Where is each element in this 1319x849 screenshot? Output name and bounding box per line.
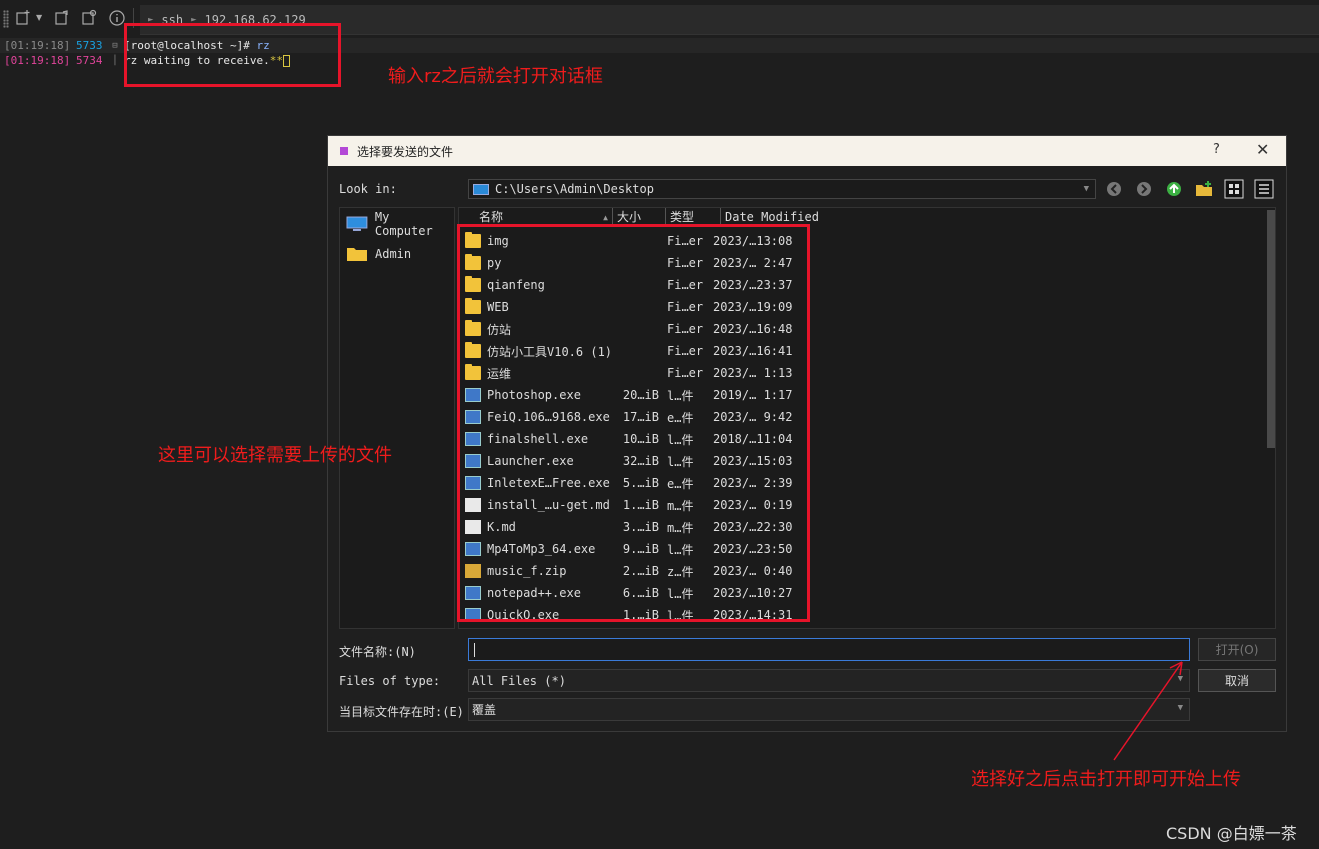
timestamp: [01:19:18]: [4, 54, 71, 67]
new-folder-icon[interactable]: [1194, 179, 1214, 199]
list-view-icon[interactable]: [1224, 179, 1244, 199]
fold-icon[interactable]: ⊟: [106, 41, 124, 51]
annotation-note-open-dialog: 输入rz之后就会打开对话框: [388, 66, 603, 87]
up-folder-icon[interactable]: [1164, 179, 1184, 199]
filetype-label: Files of type:: [339, 674, 441, 688]
back-icon[interactable]: [1104, 179, 1124, 199]
dialog-titlebar[interactable]: 选择要发送的文件 ? ✕: [328, 136, 1286, 166]
highlight-box-command: [124, 23, 341, 87]
sidebar-item-admin[interactable]: Admin: [346, 242, 411, 266]
exists-action-label: 当目标文件存在时:(E): [339, 705, 464, 719]
chevron-down-icon[interactable]: ▼: [1084, 184, 1089, 194]
settings-tab-icon[interactable]: [80, 9, 98, 27]
filetype-select[interactable]: All Files (*) ▼: [468, 669, 1190, 692]
look-in-combo[interactable]: C:\Users\Admin\Desktop ▼: [468, 179, 1096, 199]
new-tab-icon[interactable]: [14, 9, 32, 27]
cancel-button[interactable]: 取消: [1198, 669, 1276, 692]
sidebar-item-my-computer[interactable]: My Computer: [346, 210, 454, 238]
exists-action-select[interactable]: 覆盖 ▼: [468, 698, 1190, 721]
forward-icon[interactable]: [1134, 179, 1154, 199]
new-window-icon[interactable]: [53, 9, 71, 27]
app-icon: [340, 147, 348, 155]
sidebar-item-label: My Computer: [374, 210, 433, 238]
filetype-value: All Files (*): [472, 673, 566, 688]
exists-action-value: 覆盖: [472, 703, 497, 717]
annotation-arrow-icon: [1113, 661, 1183, 761]
drag-grip[interactable]: [3, 10, 9, 28]
open-button[interactable]: 打开(O): [1198, 638, 1276, 661]
dialog-title: 选择要发送的文件: [357, 144, 454, 159]
process-id: 5734: [76, 54, 103, 67]
places-sidebar: My Computer Admin: [339, 207, 455, 629]
timestamp: [01:19:18]: [4, 39, 71, 52]
annotation-note-select-file: 这里可以选择需要上传的文件: [158, 445, 392, 466]
watermark: CSDN @白嫖一茶: [1166, 824, 1297, 843]
annotation-note-click-open: 选择好之后点击打开即可开始上传: [971, 769, 1241, 790]
close-icon[interactable]: ✕: [1256, 140, 1269, 159]
process-id: 5733: [76, 39, 103, 52]
folder-icon: [347, 248, 367, 261]
text-caret: [474, 643, 475, 657]
highlight-box-file-list: [457, 224, 810, 622]
sidebar-item-label: Admin: [375, 247, 412, 261]
look-in-label: Look in:: [339, 182, 397, 196]
help-button[interactable]: ?: [1213, 142, 1220, 157]
computer-icon: [346, 216, 368, 231]
scrollbar-thumb[interactable]: [1267, 210, 1275, 448]
detail-view-icon[interactable]: [1254, 179, 1274, 199]
filename-input[interactable]: [468, 638, 1190, 661]
chevron-down-icon[interactable]: ▼: [36, 9, 54, 27]
gutter-line: │: [112, 55, 118, 66]
filename-label: 文件名称:(N): [339, 645, 416, 659]
look-in-path: C:\Users\Admin\Desktop: [495, 182, 654, 196]
drive-icon: [473, 183, 489, 195]
